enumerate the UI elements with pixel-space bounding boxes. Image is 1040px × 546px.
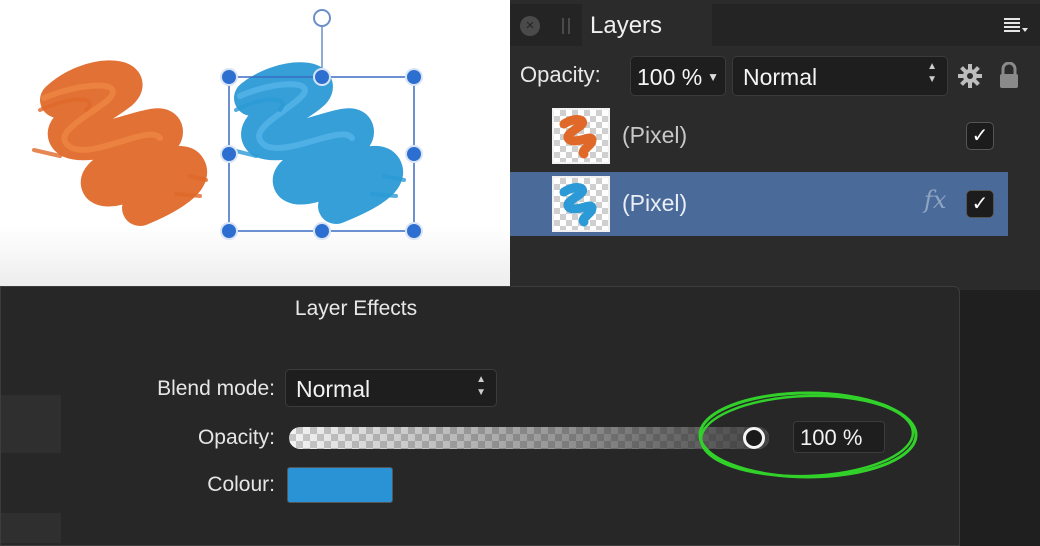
resize-handle-bottom-right[interactable] (405, 222, 423, 240)
colour-swatch[interactable] (287, 467, 393, 503)
resize-handle-left[interactable] (220, 145, 238, 163)
opacity-dropdown[interactable]: 100 % ▼ (630, 56, 726, 96)
panel-tab-bar: × Layers (510, 4, 1040, 46)
chevron-down-icon: ▼ (707, 70, 719, 84)
resize-handle-top-right[interactable] (405, 68, 423, 86)
opacity-value: 100 % (637, 64, 703, 90)
effects-list-item[interactable] (1, 395, 61, 453)
fx-icon[interactable]: fx (924, 186, 946, 214)
visibility-checkbox[interactable]: ✓ (966, 122, 994, 150)
tab-layers[interactable]: Layers (582, 4, 712, 46)
updown-chevron-icon: ▲ ▼ (927, 61, 937, 85)
layer-row-selected[interactable]: (Pixel) fx ✓ (510, 172, 1008, 236)
layer-effects-dialog: Layer Effects Blend mode: Normal ▲ ▼ Opac… (0, 286, 960, 546)
blend-mode-label: Blend mode: (157, 377, 275, 400)
dialog-title: Layer Effects (294, 297, 418, 320)
layers-panel: × Layers Opacity: 100 % ▼ Normal ▲ ▼ (Pi… (510, 0, 1040, 290)
gear-icon[interactable] (958, 64, 982, 88)
updown-chevron-icon: ▲ ▼ (476, 374, 486, 398)
panel-menu-icon[interactable] (1004, 16, 1028, 36)
layer-row[interactable]: (Pixel) ✓ (510, 104, 1008, 168)
resize-handle-bottom-left[interactable] (220, 222, 238, 240)
resize-handle-bottom[interactable] (313, 222, 331, 240)
opacity-label: Opacity: (197, 426, 275, 449)
effect-blend-mode-value: Normal (296, 376, 371, 402)
document-canvas[interactable] (0, 0, 510, 290)
close-icon[interactable]: × (520, 16, 540, 36)
layer-thumbnail (552, 108, 610, 164)
layer-name: (Pixel) (622, 190, 688, 216)
blend-mode-value: Normal (743, 64, 818, 90)
orange-brush-stroke[interactable] (32, 60, 208, 226)
layer-name: (Pixel) (622, 122, 688, 148)
colour-label: Colour: (207, 473, 275, 496)
lock-icon[interactable] (998, 62, 1020, 90)
layer-opacity-row: Opacity: 100 % ▼ Normal ▲ ▼ (510, 56, 1040, 102)
opacity-label: Opacity: (520, 62, 601, 87)
annotation-highlight-ellipse (698, 391, 918, 479)
canvas-artwork (32, 9, 423, 240)
layer-thumbnail (552, 176, 610, 232)
rotation-handle[interactable] (313, 9, 331, 27)
blue-brush-stroke[interactable] (230, 62, 406, 224)
drag-handle-icon[interactable] (562, 18, 570, 34)
effects-list-item[interactable] (1, 513, 61, 543)
resize-handle-top-left[interactable] (220, 68, 238, 86)
effect-blend-mode-select[interactable]: Normal ▲ ▼ (285, 369, 497, 407)
blend-mode-select[interactable]: Normal ▲ ▼ (732, 56, 948, 96)
resize-handle-right[interactable] (405, 145, 423, 163)
visibility-checkbox[interactable]: ✓ (966, 190, 994, 218)
resize-handle-top[interactable] (313, 68, 331, 86)
